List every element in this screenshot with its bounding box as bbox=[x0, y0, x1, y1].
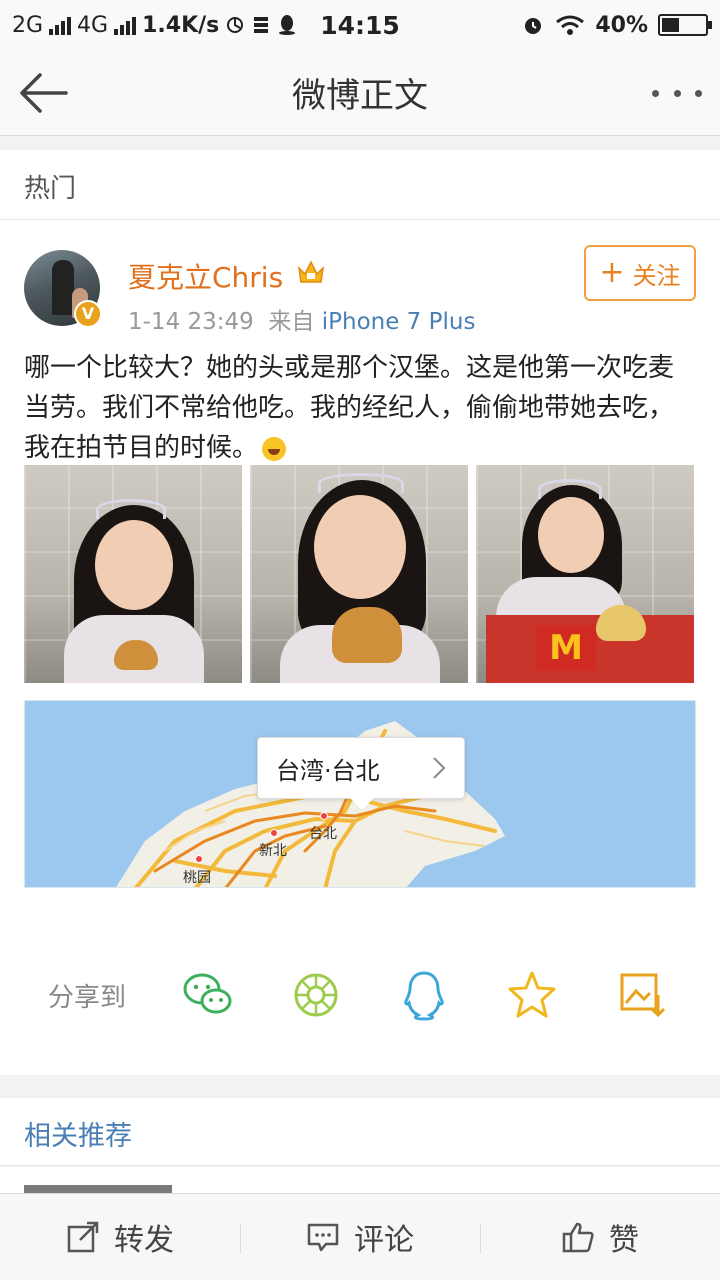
post-image-1[interactable] bbox=[24, 465, 242, 683]
vip-crown-icon bbox=[297, 260, 325, 283]
source-prefix: 来自 bbox=[268, 309, 315, 335]
network-2g-label: 2G bbox=[12, 12, 44, 38]
related-thumbnail bbox=[24, 1185, 172, 1193]
chevron-right-icon bbox=[433, 757, 446, 779]
location-callout[interactable]: 台湾·台北 bbox=[257, 737, 465, 810]
hot-label: 热门 bbox=[24, 174, 77, 204]
share-row: 分享到 bbox=[0, 955, 720, 1035]
qq-icon[interactable] bbox=[396, 967, 452, 1023]
laugh-emoji-icon bbox=[262, 436, 287, 461]
bottom-action-bar: 转发 评论 赞 bbox=[0, 1193, 720, 1280]
signal-4g-icon bbox=[114, 15, 137, 35]
status-right: 40% bbox=[521, 12, 712, 38]
map-label-taipei: 台北 bbox=[309, 826, 337, 842]
map-label-newtaipei: 新北 bbox=[259, 843, 287, 859]
more-options-icon[interactable] bbox=[652, 78, 702, 108]
battery-percent: 40% bbox=[595, 12, 648, 38]
repost-icon bbox=[67, 1221, 99, 1253]
sync-icon bbox=[227, 17, 244, 33]
post-image-2[interactable] bbox=[250, 465, 468, 683]
like-label: 赞 bbox=[609, 1223, 639, 1258]
comment-icon bbox=[307, 1223, 339, 1252]
map-marker-taipei-icon bbox=[320, 812, 328, 820]
wechat-icon[interactable] bbox=[180, 967, 236, 1023]
post-meta: 1-14 23:49 来自 iPhone 7 Plus bbox=[128, 302, 475, 336]
source-device-link[interactable]: iPhone 7 Plus bbox=[322, 309, 476, 335]
favorite-star-icon[interactable] bbox=[504, 967, 560, 1023]
comment-button[interactable]: 评论 bbox=[240, 1194, 480, 1280]
wifi-icon bbox=[556, 15, 585, 35]
map-marker-taoyuan-icon bbox=[195, 855, 203, 863]
status-bar: 2G 4G 1.4K/s 14:15 40% bbox=[0, 0, 720, 50]
follow-label: 关注 bbox=[632, 261, 681, 290]
top-nav-bar: 微博正文 bbox=[0, 50, 720, 136]
post-image-3[interactable]: M bbox=[476, 465, 694, 683]
status-left: 2G 4G 1.4K/s bbox=[12, 13, 297, 38]
map-label-taoyuan: 桃园 bbox=[183, 870, 211, 886]
repost-label: 转发 bbox=[114, 1223, 174, 1258]
qq-notification-icon bbox=[279, 15, 296, 35]
network-speed: 1.4K/s bbox=[142, 12, 220, 38]
follow-button[interactable]: + 关注 bbox=[584, 245, 696, 301]
back-arrow-icon[interactable] bbox=[16, 68, 72, 118]
username-link[interactable]: 夏克立Chris bbox=[128, 256, 283, 296]
like-button[interactable]: 赞 bbox=[480, 1194, 720, 1280]
thumbs-up-icon bbox=[562, 1222, 594, 1253]
alarm-icon bbox=[525, 18, 542, 34]
weibo-post: V 夏克立Chris 1-14 23:49 来自 iPhone 7 Plus +… bbox=[0, 220, 720, 1075]
hot-section-header: 热门 bbox=[0, 150, 720, 220]
moments-icon[interactable] bbox=[288, 967, 344, 1023]
map-marker-newtaipei-icon bbox=[270, 829, 278, 837]
battery-icon bbox=[658, 14, 712, 36]
mcdonalds-logo-icon: M bbox=[536, 625, 596, 671]
page-title: 微博正文 bbox=[292, 76, 428, 116]
post-body: 哪一个比较大？她的头或是那个汉堡。这是他第一次吃麦当劳。我们不常给他吃。我的经纪… bbox=[24, 348, 696, 468]
location-label: 台湾·台北 bbox=[276, 756, 380, 785]
network-4g-label: 4G bbox=[77, 12, 109, 38]
post-time: 1-14 23:49 bbox=[128, 309, 254, 335]
plus-icon: + bbox=[599, 255, 625, 290]
related-section-header: 相关推荐 bbox=[0, 1098, 720, 1166]
comment-label: 评论 bbox=[354, 1223, 414, 1258]
storage-warning-icon bbox=[254, 17, 269, 33]
verified-badge-icon: V bbox=[74, 300, 102, 328]
related-label: 相关推荐 bbox=[24, 1121, 132, 1152]
save-image-icon[interactable] bbox=[614, 967, 670, 1023]
related-item-preview[interactable] bbox=[0, 1167, 720, 1193]
share-label: 分享到 bbox=[48, 983, 127, 1013]
post-text: 哪一个比较大？她的头或是那个汉堡。这是他第一次吃麦当劳。我们不常给他吃。我的经纪… bbox=[24, 353, 675, 463]
repost-button[interactable]: 转发 bbox=[0, 1194, 240, 1280]
location-map[interactable]: 台湾·台北 台北 新北 桃园 bbox=[24, 700, 696, 888]
signal-2g-icon bbox=[49, 15, 72, 35]
